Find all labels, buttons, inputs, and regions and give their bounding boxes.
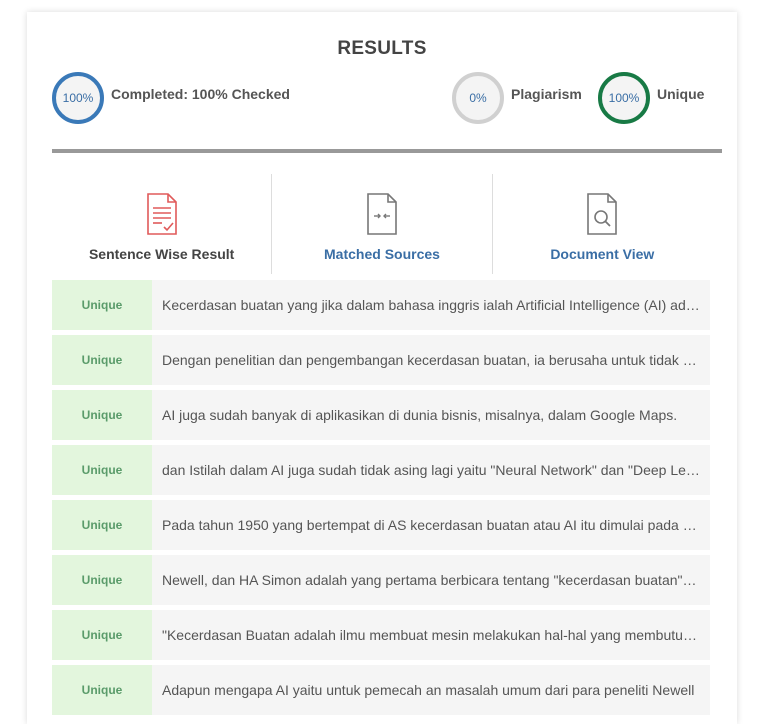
tab-label: Document View <box>550 246 655 262</box>
list-item[interactable]: Unique AI juga sudah banyak di aplikasik… <box>52 390 710 440</box>
document-check-icon <box>146 193 177 235</box>
sentence-text: Dengan penelitian dan pengembangan kecer… <box>162 352 700 368</box>
compare-file-icon <box>367 193 397 235</box>
plagiarism-ring: 0% <box>452 72 504 124</box>
sentence-text: dan Istilah dalam AI juga sudah tidak as… <box>162 462 700 478</box>
result-tabs: Sentence Wise Result Matched Sources Doc… <box>52 174 712 274</box>
list-item[interactable]: Unique Adapun mengapa AI yaitu untuk pem… <box>52 665 710 715</box>
plagiarism-label: Plagiarism <box>511 86 582 102</box>
sentence-text: AI juga sudah banyak di aplikasikan di d… <box>162 407 678 423</box>
unique-badge: Unique <box>52 665 152 715</box>
list-item[interactable]: Unique dan Istilah dalam AI juga sudah t… <box>52 445 710 495</box>
plagiarism-stat: 0% Plagiarism <box>452 72 582 124</box>
tab-label: Matched Sources <box>324 246 440 262</box>
results-card: RESULTS 100% Completed: 100% Checked 0% … <box>27 12 737 724</box>
tab-matched-sources[interactable]: Matched Sources <box>271 174 491 274</box>
list-item[interactable]: Unique Dengan penelitian dan pengembanga… <box>52 335 710 385</box>
progress-divider <box>52 149 722 153</box>
unique-badge: Unique <box>52 280 152 330</box>
document-search-icon <box>587 193 618 235</box>
sentence-text: Pada tahun 1950 yang bertempat di AS kec… <box>162 517 700 533</box>
tab-label: Sentence Wise Result <box>88 246 235 262</box>
unique-label: Unique <box>657 86 705 102</box>
tab-document-view[interactable]: Document View <box>491 174 712 274</box>
sentence-text: "Kecerdasan Buatan adalah ilmu membuat m… <box>162 627 700 643</box>
completed-ring: 100% <box>52 72 104 124</box>
list-item[interactable]: Unique Pada tahun 1950 yang bertempat di… <box>52 500 710 550</box>
sentence-text: Newell, dan HA Simon adalah yang pertama… <box>162 572 700 588</box>
completed-label: Completed: 100% Checked <box>111 86 290 102</box>
unique-badge: Unique <box>52 335 152 385</box>
unique-badge: Unique <box>52 610 152 660</box>
sentence-result-list: Unique Kecerdasan buatan yang jika dalam… <box>52 280 710 720</box>
unique-badge: Unique <box>52 500 152 550</box>
unique-badge: Unique <box>52 445 152 495</box>
sentence-text: Adapun mengapa AI yaitu untuk pemecah an… <box>162 682 695 698</box>
list-item[interactable]: Unique Newell, dan HA Simon adalah yang … <box>52 555 710 605</box>
unique-stat: 100% Unique <box>598 72 704 124</box>
unique-ring: 100% <box>598 72 650 124</box>
completed-stat: 100% Completed: 100% Checked <box>52 72 290 124</box>
unique-badge: Unique <box>52 390 152 440</box>
results-title: RESULTS <box>337 38 427 59</box>
tab-sentence-wise-result[interactable]: Sentence Wise Result <box>52 174 271 274</box>
unique-badge: Unique <box>52 555 152 605</box>
list-item[interactable]: Unique Kecerdasan buatan yang jika dalam… <box>52 280 710 330</box>
list-item[interactable]: Unique "Kecerdasan Buatan adalah ilmu me… <box>52 610 710 660</box>
sentence-text: Kecerdasan buatan yang jika dalam bahasa… <box>162 297 700 313</box>
